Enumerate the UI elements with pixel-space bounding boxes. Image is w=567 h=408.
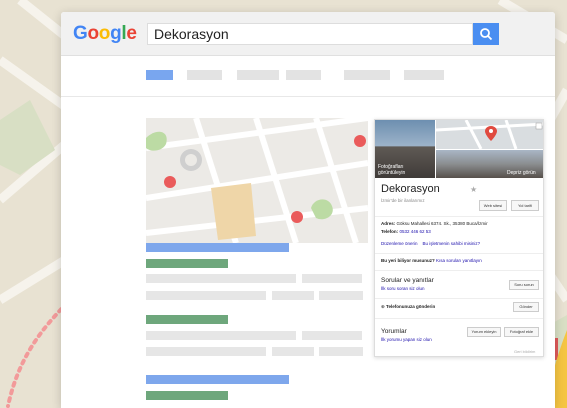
qa-title: Sorular ve yanıtlar [381,277,434,284]
website-button[interactable]: Web sitesi [479,200,507,211]
logo-letter: o [87,23,99,44]
ask-question-button[interactable]: Soru sorun [509,280,539,290]
add-photo-button[interactable]: Fotoğraf ekle [504,327,539,337]
search-tabs [61,56,555,97]
result-url-placeholder [146,259,228,268]
phone-row: Telefon: 0532 446 62 53 [381,229,431,234]
address-row: Adres: Göksu Mahallesi 6374. Sk., 35380 … [381,221,488,226]
directions-button[interactable]: Yol tarifi [511,200,539,211]
result-title-placeholder[interactable] [146,243,289,252]
map-thumbnail[interactable] [435,120,543,150]
search-header: Google Dekorasyon [61,12,555,56]
divider [375,216,543,217]
know-place-row: Bu yeri biliyor musunuz? Kısa soruları y… [381,258,482,263]
result-snippet-placeholder [146,274,296,283]
tab-placeholder[interactable] [187,70,222,80]
browser-window: Google Dekorasyon Fotoğrafları görüntüle… [61,12,555,408]
search-icon [480,28,493,41]
logo-letter: G [73,23,88,44]
first-review-link[interactable]: İlk yorumu yapan siz olun [381,337,432,342]
result-snippet-placeholder [146,291,266,300]
send-button[interactable]: Gönder [513,302,539,312]
tab-placeholder[interactable] [404,70,444,80]
quick-questions-link[interactable]: Kısa soruları yanıtlayın [436,258,482,263]
result-snippet-placeholder [302,331,362,340]
save-star-icon[interactable]: ★ [470,185,477,194]
feedback-link[interactable]: Geri bildirim [514,349,535,354]
reviews-title: Yorumlar [381,328,407,335]
logo-letter: g [110,23,122,44]
map-pin [291,211,303,223]
result-snippet-placeholder [272,291,314,300]
result-snippet-placeholder [146,331,296,340]
own-business-link[interactable]: Bu işletmenin sahibi misiniz? [423,241,481,246]
knowledge-panel: Fotoğrafları görüntüleyin Depriz görün D… [374,119,544,357]
result-snippet-placeholder [302,274,362,283]
tab-all[interactable] [146,70,173,80]
tab-placeholder[interactable] [237,70,279,80]
tab-placeholder[interactable] [344,70,390,80]
know-place-label: Bu yeri biliyor musunuz? [381,258,435,263]
street-view-label[interactable]: Depriz görün [507,170,536,176]
suggest-edit-link[interactable]: Düzenleme önerin [381,241,418,246]
result-snippet-placeholder [272,347,314,356]
send-to-phone-icon: ⊕ [381,304,385,309]
edit-links: Düzenleme önerin Bu işletmenin sahibi mi… [381,241,480,246]
map-pin [354,135,366,147]
divider [375,253,543,254]
divider [375,298,543,299]
logo-letter: o [98,23,111,44]
divider [375,270,543,271]
result-snippet-placeholder [319,291,363,300]
search-input[interactable]: Dekorasyon [147,23,473,45]
phone-label: Telefon: [381,229,399,234]
google-logo[interactable]: Google [73,23,137,45]
tab-placeholder[interactable] [286,70,321,80]
business-name: Dekorasyon [381,183,440,195]
result-title-placeholder[interactable] [146,375,289,384]
result-url-placeholder [146,391,228,400]
divider [375,318,543,319]
result-url-placeholder [146,315,228,324]
write-review-button[interactable]: Yorum ekleyin [467,327,501,337]
qa-first-question-link[interactable]: İlk soru soran siz olun [381,286,425,291]
search-query: Dekorasyon [154,26,229,42]
address-value: Göksu Mahallesi 6374. Sk., 35380 Buca/İz… [396,221,488,226]
send-to-phone-label: Telefonunuza gönderin [386,304,436,309]
phone-value[interactable]: 0532 446 62 53 [399,229,430,234]
map-pin [164,176,176,188]
photos-label[interactable]: Fotoğrafları görüntüleyin [378,164,428,176]
map-pin-icon [435,120,543,150]
result-snippet-placeholder [146,347,266,356]
logo-letter: e [126,23,137,44]
search-button[interactable] [473,23,499,45]
address-label: Adres: [381,221,396,226]
business-category: İzmir'de bir ilanlarımız [381,198,425,203]
send-to-phone-row[interactable]: ⊕ Telefonunuza gönderin [381,304,435,310]
result-snippet-placeholder [319,347,363,356]
local-results-map[interactable] [146,118,368,243]
